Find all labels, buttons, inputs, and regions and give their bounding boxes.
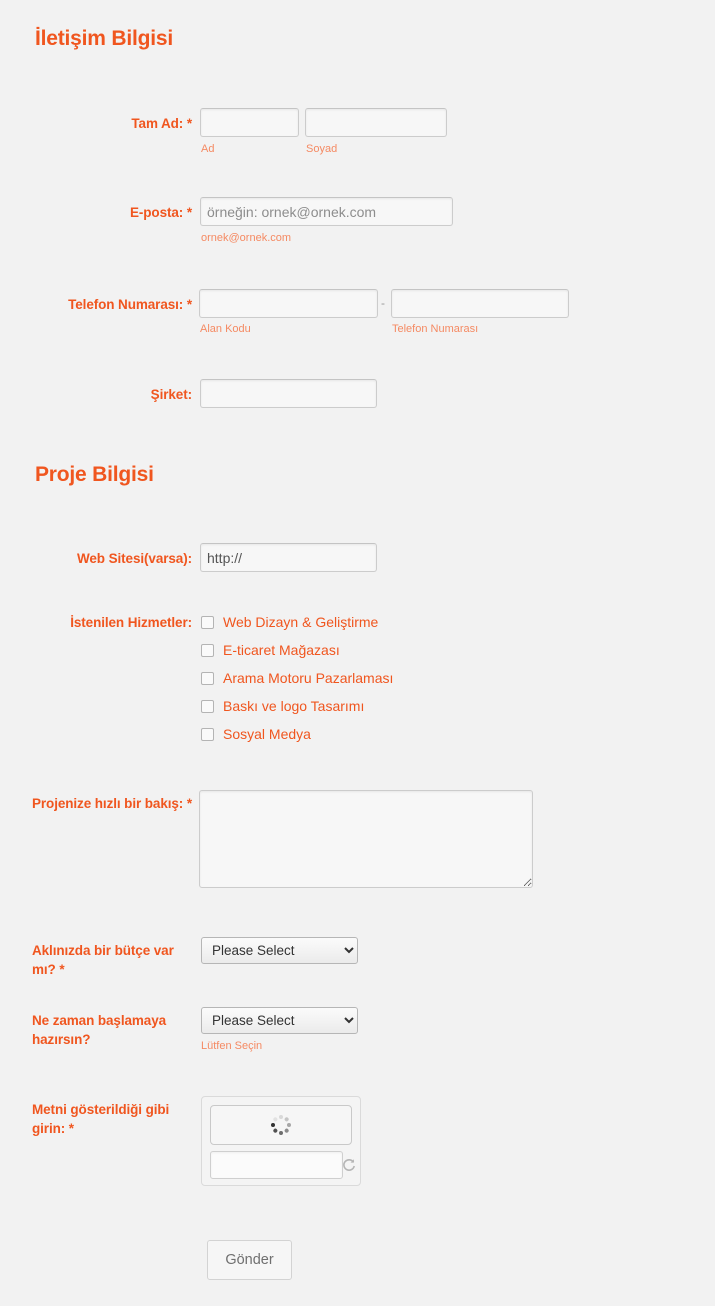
captcha-container — [201, 1096, 361, 1186]
input-company[interactable] — [200, 379, 377, 408]
input-first-name[interactable] — [200, 108, 299, 137]
section-heading-contact: İletişim Bilgisi — [35, 27, 174, 50]
sublabel-phone-number: Telefon Numarası — [392, 323, 479, 335]
checkbox-box-icon[interactable] — [201, 615, 214, 629]
contact-form: İletişim Bilgisi Tam Ad: * Ad Soyad E-po… — [0, 0, 715, 1306]
checkbox-service-1[interactable]: E-ticaret Mağazası — [201, 636, 393, 664]
checkbox-label: Web Dizayn & Geliştirme — [223, 614, 379, 630]
checkbox-box-icon[interactable] — [201, 643, 214, 657]
services-checkbox-list: Web Dizayn & Geliştirme E-ticaret Mağaza… — [201, 608, 393, 748]
captcha-image — [210, 1105, 352, 1145]
phone-separator: - — [381, 296, 385, 310]
label-captcha: Metni gösterildiği gibi girin: * — [32, 1102, 170, 1136]
refresh-icon[interactable] — [341, 1157, 357, 1173]
label-overview: Projenize hızlı bir bakış: * — [32, 796, 192, 811]
checkbox-box-icon[interactable] — [201, 727, 214, 741]
input-website[interactable] — [200, 543, 377, 572]
section-heading-project: Proje Bilgisi — [35, 463, 154, 486]
label-website: Web Sitesi(varsa): — [77, 551, 192, 566]
checkbox-label: Sosyal Medya — [223, 726, 311, 742]
input-phone-number[interactable] — [391, 289, 569, 318]
checkbox-service-2[interactable]: Arama Motoru Pazarlaması — [201, 664, 393, 692]
sublabel-phone-area-code: Alan Kodu — [200, 323, 251, 335]
sublabel-email: ornek@ornek.com — [201, 232, 292, 244]
loading-spinner-icon — [270, 1114, 292, 1136]
label-phone: Telefon Numarası: * — [68, 297, 192, 312]
checkbox-service-4[interactable]: Sosyal Medya — [201, 720, 393, 748]
checkbox-box-icon[interactable] — [201, 671, 214, 685]
input-last-name[interactable] — [305, 108, 447, 137]
label-company: Şirket: — [150, 387, 192, 402]
checkbox-service-0[interactable]: Web Dizayn & Geliştirme — [201, 608, 393, 636]
checkbox-label: Baskı ve logo Tasarımı — [223, 698, 365, 714]
checkbox-service-3[interactable]: Baskı ve logo Tasarımı — [201, 692, 393, 720]
label-start-time: Ne zaman başlamaya hazırsın? — [32, 1013, 167, 1047]
checkbox-box-icon[interactable] — [201, 699, 214, 713]
sublabel-start-time: Lütfen Seçin — [201, 1040, 263, 1052]
label-full-name: Tam Ad: * — [131, 116, 192, 131]
textarea-project-overview[interactable] — [199, 790, 533, 888]
input-email[interactable] — [200, 197, 453, 226]
label-email: E-posta: * — [129, 205, 192, 220]
label-budget: Aklınızda bir bütçe var mı? * — [32, 943, 174, 977]
sublabel-first-name: Ad — [201, 143, 215, 155]
input-captcha[interactable] — [210, 1151, 343, 1179]
select-budget[interactable]: Please Select — [201, 937, 358, 964]
checkbox-label: Arama Motoru Pazarlaması — [223, 670, 394, 686]
label-services: İstenilen Hizmetler: — [70, 615, 192, 630]
checkbox-label: E-ticaret Mağazası — [223, 642, 340, 658]
input-phone-area-code[interactable] — [199, 289, 378, 318]
submit-button[interactable]: Gönder — [207, 1240, 292, 1280]
sublabel-last-name: Soyad — [306, 143, 338, 155]
select-start-time[interactable]: Please Select — [201, 1007, 358, 1034]
